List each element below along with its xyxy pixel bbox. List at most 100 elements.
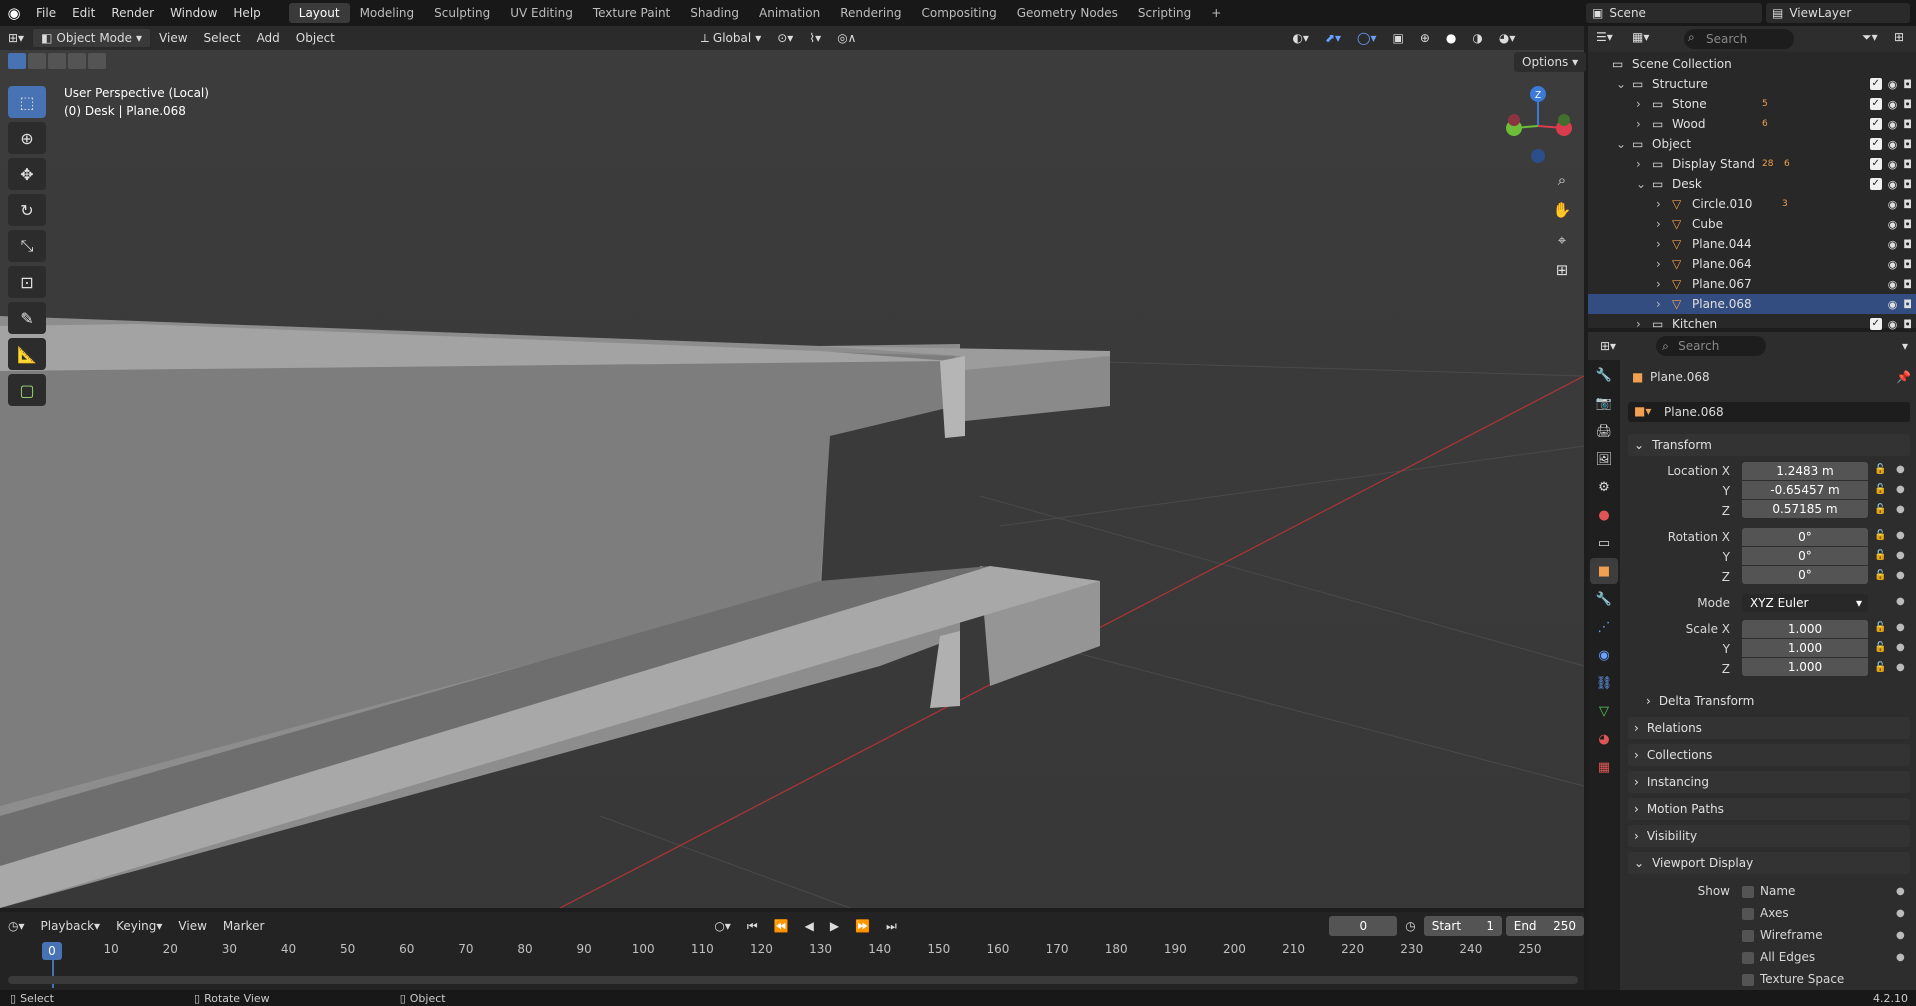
show-texture-space-checkbox[interactable]: [1742, 974, 1754, 986]
grid-icon[interactable]: ⊞: [1548, 256, 1576, 284]
datablock-icon[interactable]: ■▾: [1634, 404, 1651, 418]
neg-x-axis-handle[interactable]: [1508, 114, 1520, 126]
wireframe-shading-icon[interactable]: ⊕: [1412, 28, 1438, 48]
play-icon[interactable]: ▶: [822, 916, 847, 936]
end-frame-field[interactable]: End 250: [1505, 916, 1584, 936]
jump-end-icon[interactable]: ⏭: [878, 916, 905, 936]
lock-icon[interactable]: 🔓: [1874, 484, 1886, 495]
camera-visibility-icon[interactable]: ◘: [1903, 98, 1912, 111]
location-x-field[interactable]: 1.2483 m: [1742, 462, 1868, 480]
location-z-field[interactable]: 0.57185 m: [1742, 500, 1868, 518]
render-tab-icon[interactable]: 📷: [1590, 390, 1618, 416]
camera-visibility-icon[interactable]: ◘: [1903, 318, 1912, 331]
menu-edit[interactable]: Edit: [64, 6, 103, 20]
chevron-right-icon[interactable]: ›: [1656, 197, 1661, 211]
lock-icon[interactable]: 🔓: [1874, 642, 1886, 653]
tab-layout[interactable]: Layout: [288, 3, 350, 23]
transform-panel-header[interactable]: ⌄ Transform: [1628, 434, 1910, 456]
add-cube-icon[interactable]: ▢: [8, 374, 46, 406]
outliner-row[interactable]: › ▽ Cube ◉ ◘: [1588, 214, 1916, 234]
view-layer-tab-icon[interactable]: 🖼: [1590, 446, 1618, 472]
eye-icon[interactable]: ◉: [1888, 138, 1898, 151]
blender-logo-icon[interactable]: ◉: [0, 4, 28, 22]
camera-visibility-icon[interactable]: ◘: [1903, 278, 1912, 291]
camera-visibility-icon[interactable]: ◘: [1903, 138, 1912, 151]
eye-icon[interactable]: ◉: [1888, 298, 1898, 311]
rendered-shading-icon[interactable]: ◕▾: [1491, 28, 1524, 48]
transform-icon[interactable]: ⊡: [8, 266, 46, 298]
solid-shading-icon[interactable]: ●: [1438, 28, 1464, 48]
play-reverse-icon[interactable]: ◀: [797, 916, 822, 936]
material-tab-icon[interactable]: ◕: [1590, 726, 1618, 752]
tab-animation[interactable]: Animation: [749, 3, 830, 23]
lock-icon[interactable]: 🔓: [1874, 570, 1886, 581]
exclude-checkbox[interactable]: ✓: [1869, 97, 1882, 110]
viewport-display-panel-header[interactable]: ⌄ Viewport Display: [1628, 852, 1910, 874]
lock-icon[interactable]: 🔓: [1874, 550, 1886, 561]
collection-tab-icon[interactable]: ▭: [1590, 530, 1618, 556]
outliner-row[interactable]: ⌄ ▭ Object ✓ ◉ ◘: [1588, 134, 1916, 154]
relations-panel-header[interactable]: › Relations: [1628, 717, 1910, 739]
clock-icon[interactable]: ◷: [1397, 916, 1423, 936]
rotation-x-field[interactable]: 0°: [1742, 528, 1868, 546]
outliner-search-input[interactable]: Search: [1684, 29, 1794, 49]
menu-select[interactable]: Select: [196, 28, 249, 48]
eye-icon[interactable]: ◉: [1888, 238, 1898, 251]
timeline-scrollbar[interactable]: [8, 976, 1578, 984]
visibility-panel-header[interactable]: › Visibility: [1628, 825, 1910, 847]
pin-icon[interactable]: 📌: [1896, 370, 1911, 384]
object-datablock-field[interactable]: Plane.068: [1628, 402, 1910, 422]
camera-visibility-icon[interactable]: ◘: [1903, 78, 1912, 91]
keyframe-dot-icon[interactable]: ●: [1896, 930, 1905, 941]
add-workspace-button[interactable]: +: [1201, 3, 1231, 23]
chevron-right-icon[interactable]: ›: [1636, 157, 1641, 171]
object-tab-icon[interactable]: ■: [1590, 558, 1618, 584]
collections-panel-header[interactable]: › Collections: [1628, 744, 1910, 766]
menu-playback[interactable]: Playback ▾: [33, 916, 109, 936]
chevron-down-icon[interactable]: ▾: [1902, 339, 1908, 353]
navigation-gizmo[interactable]: Z: [1498, 80, 1578, 170]
keyframe-dot-icon[interactable]: ●: [1896, 570, 1905, 581]
menu-object[interactable]: Object: [288, 28, 343, 48]
outliner-editor-icon[interactable]: ☰▾: [1596, 30, 1613, 44]
motion-paths-panel-header[interactable]: › Motion Paths: [1628, 798, 1910, 820]
exclude-checkbox[interactable]: ✓: [1869, 117, 1882, 130]
rotate-icon[interactable]: ↻: [8, 194, 46, 226]
menu-help[interactable]: Help: [225, 6, 268, 20]
physics-tab-icon[interactable]: ◉: [1590, 642, 1618, 668]
outliner-row[interactable]: › ▭ Stone 5 ✓ ◉ ◘: [1588, 94, 1916, 114]
scale-z-field[interactable]: 1.000: [1742, 658, 1868, 676]
exclude-checkbox[interactable]: ✓: [1869, 77, 1882, 90]
outliner-row[interactable]: › ▽ Plane.068 ◉ ◘: [1588, 294, 1916, 314]
eye-icon[interactable]: ◉: [1888, 198, 1898, 211]
eye-icon[interactable]: ◉: [1888, 78, 1898, 91]
keyframe-dot-icon[interactable]: ●: [1896, 484, 1905, 495]
outliner-row[interactable]: › ▭ Kitchen ✓ ◉ ◘: [1588, 314, 1916, 334]
tab-shading[interactable]: Shading: [680, 3, 749, 23]
options-button[interactable]: Options ▾: [1514, 52, 1587, 72]
next-keyframe-icon[interactable]: ⏩: [847, 916, 878, 936]
neg-y-axis-handle[interactable]: [1558, 114, 1570, 126]
modifier-tab-icon[interactable]: 🔧: [1590, 586, 1618, 612]
outliner-row[interactable]: ▭ Scene Collection: [1588, 54, 1916, 74]
mode-dropdown[interactable]: ◧ Object Mode ▾: [32, 28, 152, 48]
outliner-row[interactable]: ⌄ ▭ Structure ✓ ◉ ◘: [1588, 74, 1916, 94]
move-icon[interactable]: ✥: [8, 158, 46, 190]
keyframe-dot-icon[interactable]: ●: [1896, 504, 1905, 515]
filter-icon[interactable]: ⏷▾: [1862, 30, 1878, 45]
prev-keyframe-icon[interactable]: ⏪: [766, 916, 797, 936]
jump-start-icon[interactable]: ⏮: [739, 916, 766, 936]
tab-scripting[interactable]: Scripting: [1128, 3, 1201, 23]
scale-x-field[interactable]: 1.000: [1742, 620, 1868, 638]
exclude-checkbox[interactable]: ✓: [1869, 317, 1882, 330]
chevron-right-icon[interactable]: ›: [1656, 297, 1661, 311]
timeline-editor-icon[interactable]: ◷▾: [0, 916, 33, 936]
chevron-down-icon[interactable]: ⌄: [1616, 137, 1626, 151]
menu-window[interactable]: Window: [162, 6, 225, 20]
camera-visibility-icon[interactable]: ◘: [1903, 158, 1912, 171]
camera-icon[interactable]: ⌖: [1548, 226, 1576, 254]
tab-rendering[interactable]: Rendering: [830, 3, 911, 23]
keyframe-dot-icon[interactable]: ●: [1896, 622, 1905, 633]
new-collection-icon[interactable]: ⊞: [1894, 30, 1904, 44]
outliner-row[interactable]: › ▭ Display Stand 28 6 ✓ ◉ ◘: [1588, 154, 1916, 174]
